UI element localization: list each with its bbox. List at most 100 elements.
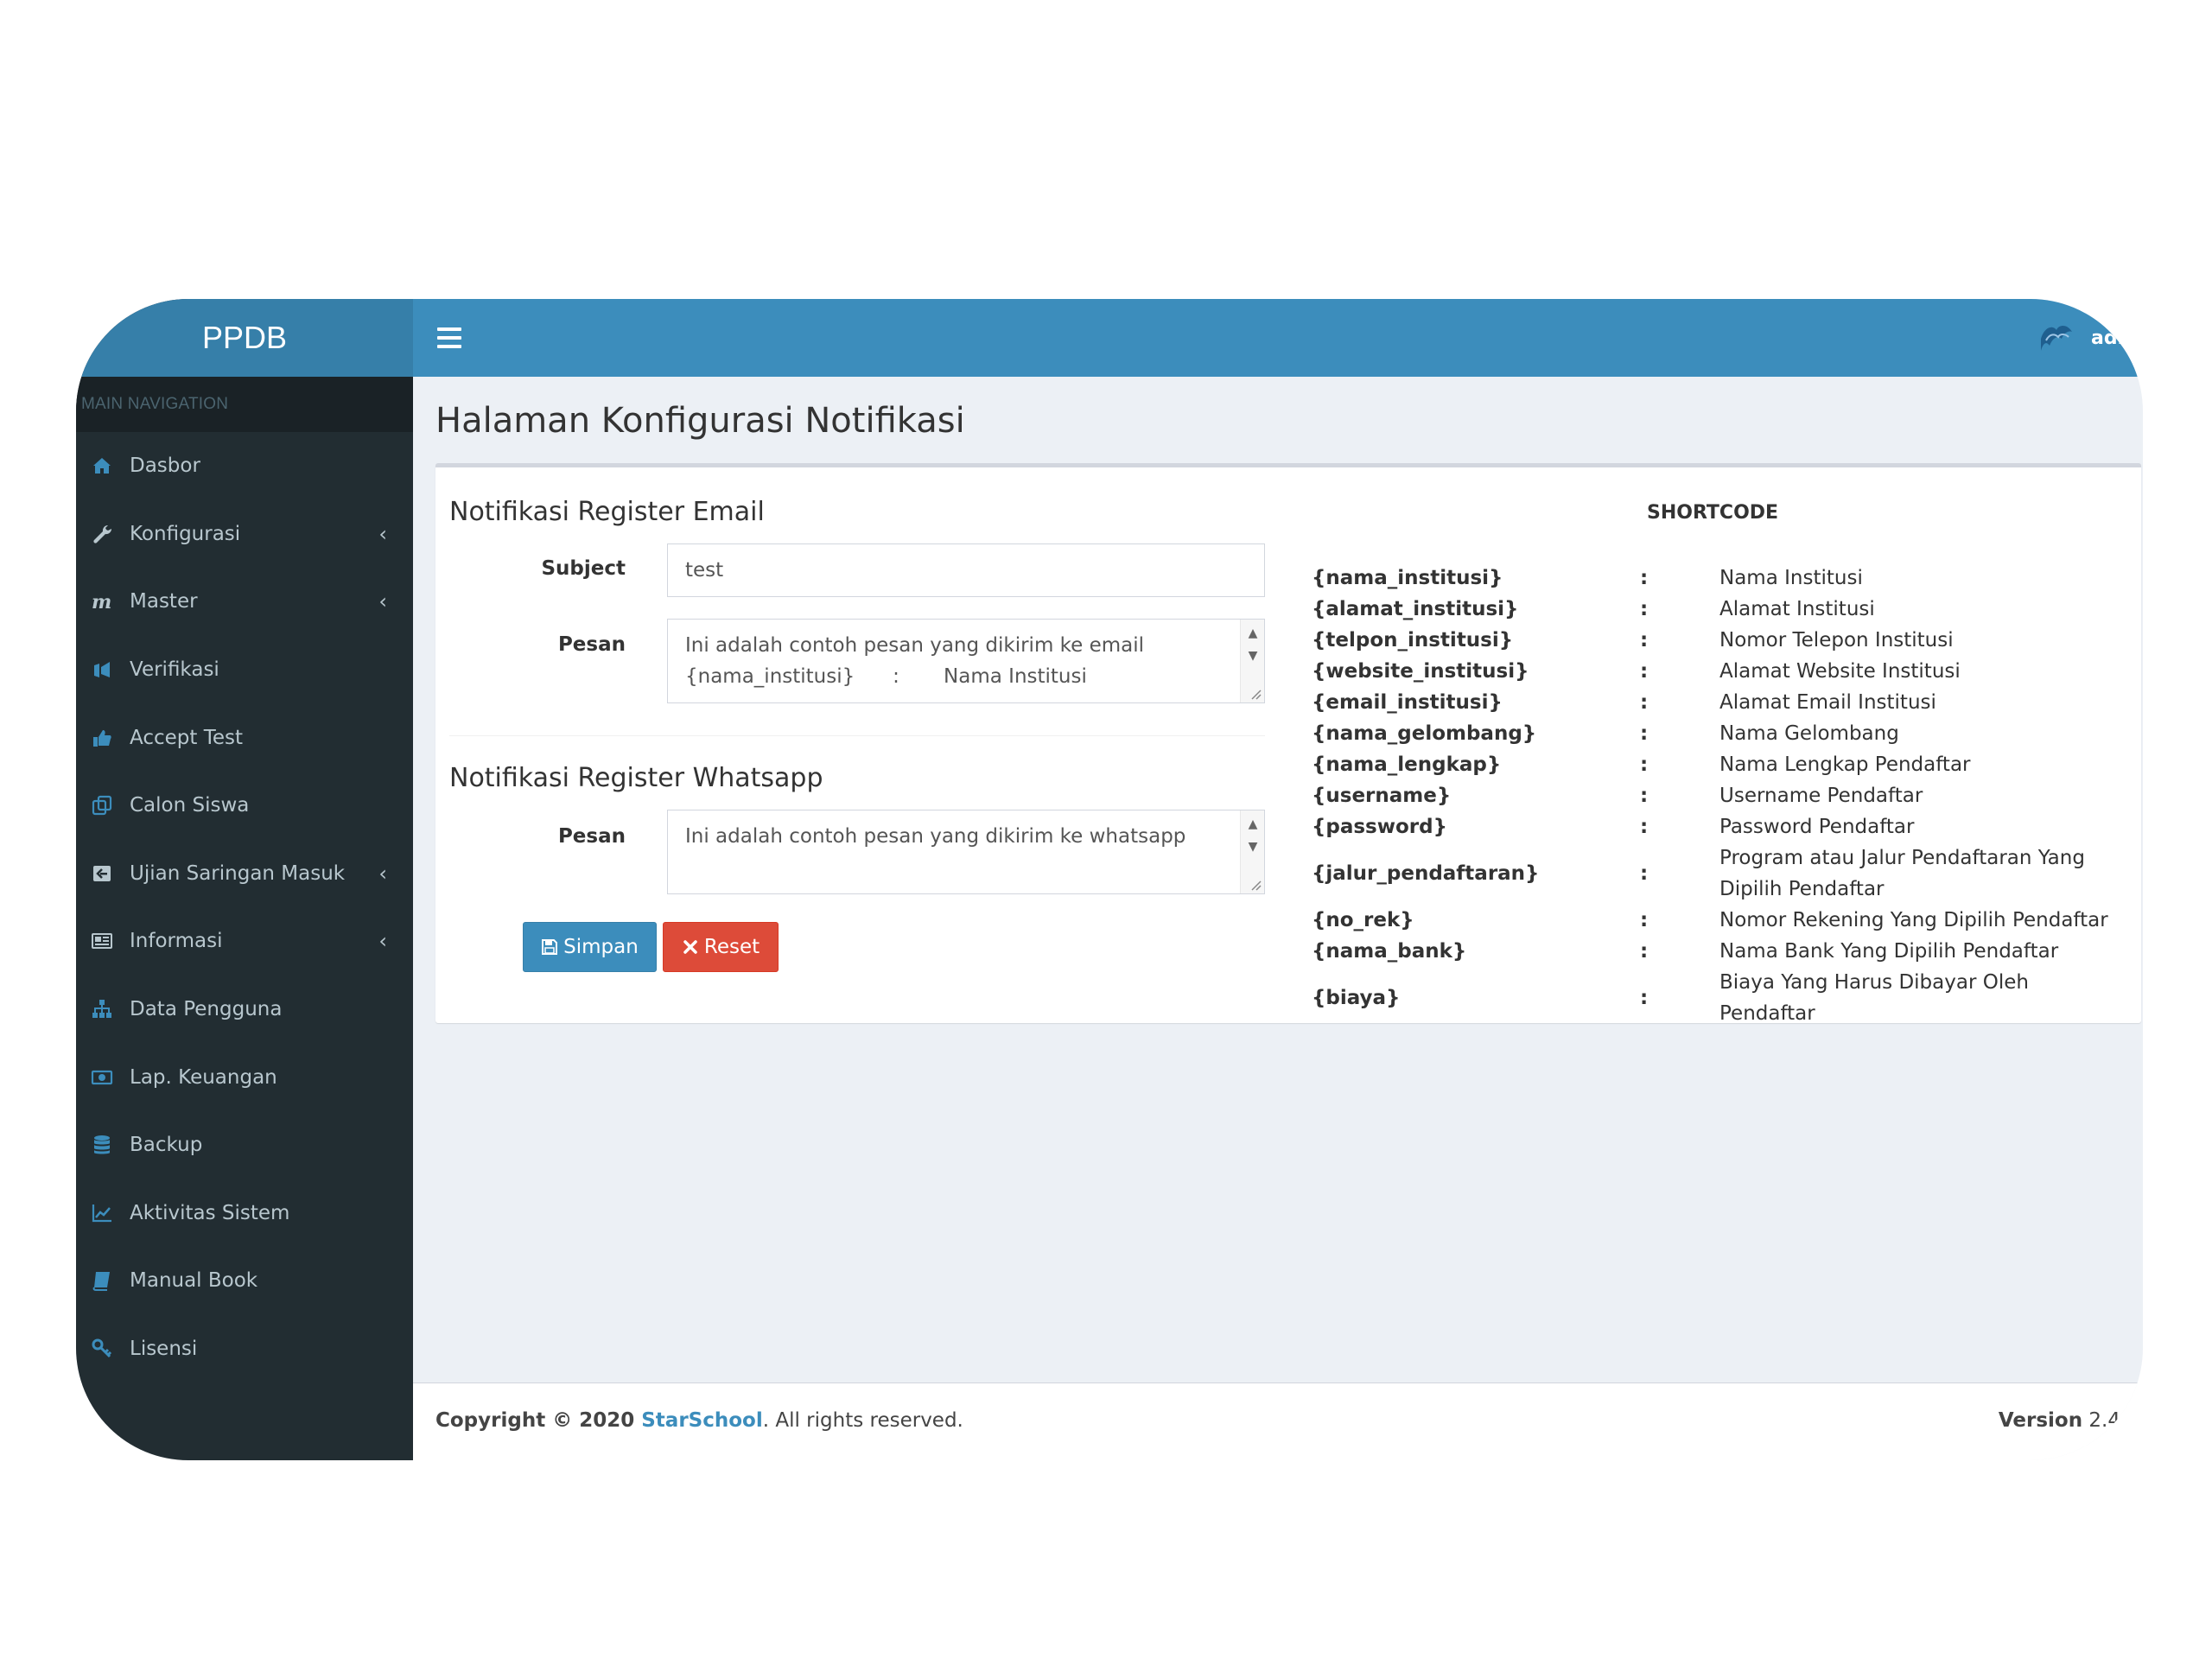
reset-button-label: Reset (703, 936, 760, 958)
shortcode-row: {biaya}: Biaya Yang Harus Dibayar Oleh Pe… (1312, 967, 2124, 1029)
section-divider (449, 735, 1265, 736)
sidebar-item-backup[interactable]: Backup (76, 1111, 413, 1179)
menu-toggle-icon[interactable] (434, 322, 465, 353)
company-link[interactable]: StarSchool (641, 1409, 762, 1432)
save-button[interactable]: Simpan (523, 922, 657, 972)
shortcode-row: {telpon_institusi}: Nomor Telepon Institu… (1312, 625, 2124, 656)
sidebar-item-label: Accept Test (130, 726, 243, 749)
sidebar-item-label: Verifikasi (130, 658, 219, 682)
shortcode-row: {password}: Password Pendaftar (1312, 811, 2124, 842)
shortcode-code: {nama_gelombang} (1312, 722, 1537, 745)
shortcode-code: {email_institusi} (1312, 691, 1503, 714)
avatar (2041, 326, 2072, 351)
sidebar-item-master[interactable]: m Master ‹ (76, 568, 413, 636)
sidebar-item-manual-book[interactable]: Manual Book (76, 1247, 413, 1315)
sidebar-item-label: Dasbor (130, 454, 200, 478)
resize-grip-icon[interactable] (1247, 876, 1262, 892)
chevron-left-icon: ‹ (378, 589, 387, 614)
shortcode-code: {alamat_institusi} (1312, 598, 1519, 620)
shortcode-description: Nomor Rekening Yang Dipilih Pendaftar (1719, 909, 2108, 931)
scroll-up-icon[interactable]: ▲ (1241, 814, 1264, 835)
email-section-title: Notifikasi Register Email (449, 497, 765, 527)
version-info: Version 2.4 (1999, 1409, 2120, 1432)
shortcode-code: {password} (1312, 816, 1447, 838)
sidebar-item-lisensi[interactable]: Lisensi (76, 1315, 413, 1383)
shortcode-separator: : (1640, 567, 1649, 589)
book-icon (85, 1269, 119, 1292)
sidebar-item-lap-keuangan[interactable]: Lap. Keuangan (76, 1043, 413, 1111)
email-message-textarea[interactable]: Ini adalah contoh pesan yang dikirim ke … (667, 619, 1265, 703)
sidebar-header: MAIN NAVIGATION (76, 377, 413, 432)
whatsapp-message-label: Pesan (557, 825, 626, 848)
sidebar-item-label: Konfigurasi (130, 522, 241, 545)
version-label: Version (1998, 1409, 2083, 1432)
brand-logo[interactable]: PPDB (76, 299, 413, 377)
clone-icon (85, 794, 119, 817)
shortcode-code: {nama_bank} (1312, 940, 1467, 963)
sidebar-item-label: Lisensi (130, 1338, 198, 1361)
shortcode-table: {nama_institusi}: Nama Institusi {alamat_i… (1312, 563, 2124, 1029)
chevron-left-icon: ‹ (378, 521, 387, 546)
sidebar-item-label: Manual Book (130, 1269, 258, 1293)
shortcode-description: Alamat Institusi (1719, 598, 1875, 620)
scroll-up-icon[interactable]: ▲ (1241, 623, 1264, 644)
shortcode-description: Nama Lengkap Pendaftar (1719, 753, 1971, 776)
sidebar-item-aktivitas-sistem[interactable]: Aktivitas Sistem (76, 1179, 413, 1248)
sidebar-item-verifikasi[interactable]: Verifikasi (76, 636, 413, 704)
sidebar-item-label: Ujian Saringan Masuk (130, 861, 346, 885)
sidebar-item-data-pengguna[interactable]: Data Pengguna (76, 976, 413, 1044)
user-menu[interactable]: admin (2037, 316, 2143, 359)
shortcode-row: {nama_lengkap}: Nama Lengkap Pendaftar (1312, 749, 2124, 780)
sidebar-item-accept-test[interactable]: Accept Test (76, 703, 413, 772)
whatsapp-message-text: Ini adalah contoh pesan yang dikirim ke … (685, 825, 1186, 848)
scroll-down-icon[interactable]: ▼ (1241, 836, 1264, 857)
shortcode-separator: : (1640, 909, 1649, 931)
shortcode-code: {username} (1312, 785, 1452, 807)
verify-icon (85, 658, 119, 681)
shortcode-code: {website_institusi} (1312, 660, 1529, 683)
shortcode-separator: : (1640, 598, 1649, 620)
shortcode-code: {nama_lengkap} (1312, 753, 1502, 776)
sidebar-item-label: Informasi (130, 930, 223, 953)
version-value: 2.4 (2088, 1409, 2120, 1432)
sidebar-menu: Dasbor Konfigurasi ‹ m Master ‹ Verifikasi Acce… (76, 432, 413, 1382)
copyright-prefix: Copyright © 2020 (435, 1409, 642, 1432)
subject-input[interactable]: test (667, 543, 1265, 597)
whatsapp-message-textarea[interactable]: Ini adalah contoh pesan yang dikirim ke … (667, 810, 1265, 894)
reset-button[interactable]: Reset (663, 922, 779, 972)
sidebar-item-label: Lap. Keuangan (130, 1065, 277, 1089)
shortcode-separator: : (1640, 987, 1649, 1009)
key-icon (85, 1338, 119, 1360)
footer: Copyright © 2020 StarSchool. All rights … (413, 1382, 2143, 1460)
shortcode-description: Password Pendaftar (1719, 816, 1915, 838)
save-button-label: Simpan (563, 936, 639, 958)
resize-grip-icon[interactable] (1247, 685, 1262, 701)
sidebar-item-dasbor[interactable]: Dasbor (76, 432, 413, 500)
shortcode-row: {nama_institusi}: Nama Institusi (1312, 563, 2124, 594)
shortcode-description: Program atau Jalur Pendaftaran Yang Dipi… (1719, 847, 2085, 900)
shortcode-title: SHORTCODE (1647, 502, 1779, 524)
top-navbar: admin (413, 299, 2143, 377)
page-title: Halaman Konfigurasi Notifikasi (435, 401, 965, 441)
copyright-text: Copyright © 2020 StarSchool. All rights … (435, 1409, 963, 1432)
shortcode-row: {alamat_institusi}: Alamat Institusi (1312, 594, 2124, 625)
shortcode-description: Nama Bank Yang Dipilih Pendaftar (1719, 940, 2059, 963)
sidebar-item-ujian-saringan-masuk[interactable]: Ujian Saringan Masuk ‹ (76, 840, 413, 908)
scroll-down-icon[interactable]: ▼ (1241, 645, 1264, 666)
shortcode-separator: : (1640, 722, 1649, 745)
copyright-suffix: . All rights reserved. (762, 1409, 963, 1432)
content-wrapper: Halaman Konfigurasi Notifikasi Notifikas… (413, 377, 2143, 1382)
line-chart-icon (85, 1202, 119, 1224)
chevron-left-icon: ‹ (378, 861, 387, 886)
shortcode-description: Alamat Website Institusi (1719, 660, 1961, 683)
sidebar-item-konfigurasi[interactable]: Konfigurasi ‹ (76, 500, 413, 569)
sidebar-item-label: Aktivitas Sistem (130, 1201, 290, 1224)
thumbs-up-icon (85, 727, 119, 749)
shortcode-separator: : (1640, 785, 1649, 807)
sidebar-item-calon-siswa[interactable]: Calon Siswa (76, 772, 413, 840)
shortcode-row: {no_rek}: Nomor Rekening Yang Dipilih Pen… (1312, 905, 2124, 936)
svg-text:m: m (92, 591, 111, 613)
sidebar-item-informasi[interactable]: Informasi ‹ (76, 907, 413, 976)
shortcode-code: {jalur_pendaftaran} (1312, 862, 1540, 885)
shortcode-description: Biaya Yang Harus Dibayar Oleh Pendaftar (1719, 971, 2029, 1025)
